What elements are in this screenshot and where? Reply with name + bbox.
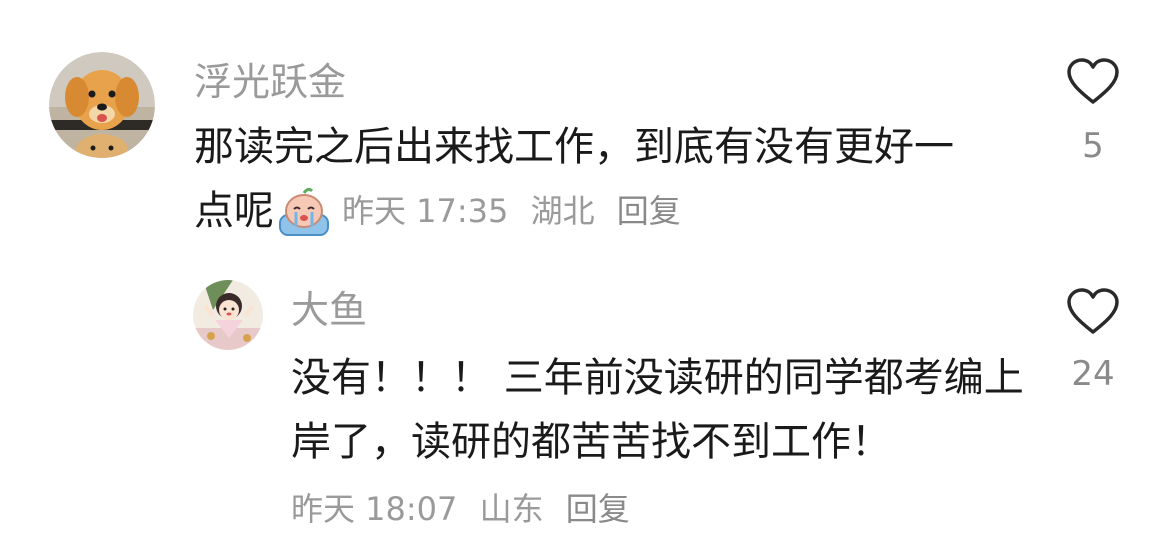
heart-outline-icon bbox=[1067, 288, 1119, 334]
comment-text: 那读完之后出来找工作，到底有没有更好一 点呢 昨天 17:35 湖北 回复 bbox=[194, 115, 1014, 243]
comment-meta: 昨天 17:35 湖北 回复 bbox=[342, 179, 693, 243]
comment-text: 没有！！！ 三年前没读研的同学都考编上 岸了，读研的都苦苦找不到工作！ bbox=[291, 346, 1031, 474]
like-count: 5 bbox=[1082, 126, 1104, 166]
comment-location: 湖北 bbox=[530, 192, 595, 230]
crying-emoji-icon bbox=[276, 185, 332, 237]
cartoon-girl-avatar-image bbox=[193, 280, 263, 350]
comment-text-line: 那读完之后出来找工作，到底有没有更好一 bbox=[194, 124, 954, 170]
like-count: 24 bbox=[1071, 354, 1115, 394]
comment-meta: 昨天 18:07 山东 回复 bbox=[291, 487, 642, 531]
comment-time: 昨天 18:07 bbox=[291, 490, 458, 528]
comment-text-line: 点呢 昨天 17:35 湖北 回复 bbox=[194, 179, 1014, 243]
avatar[interactable] bbox=[193, 280, 263, 350]
comment-time: 昨天 17:35 bbox=[342, 192, 509, 230]
avatar[interactable] bbox=[49, 52, 155, 158]
reply-button[interactable]: 回复 bbox=[566, 490, 630, 528]
like-button[interactable] bbox=[1066, 287, 1120, 335]
comment-text-line: 没有！！！ 三年前没读研的同学都考编上 bbox=[291, 355, 1024, 401]
like-button[interactable] bbox=[1066, 57, 1120, 105]
heart-outline-icon bbox=[1067, 58, 1119, 104]
username[interactable]: 浮光跃金 bbox=[194, 58, 346, 106]
comment-location: 山东 bbox=[479, 490, 544, 528]
comment-text-line: 岸了，读研的都苦苦找不到工作！ bbox=[291, 419, 891, 465]
reply-button[interactable]: 回复 bbox=[617, 192, 681, 230]
comment-text-tail: 点呢 bbox=[194, 188, 274, 234]
username[interactable]: 大鱼 bbox=[291, 286, 367, 334]
puppy-avatar-image bbox=[49, 52, 155, 158]
